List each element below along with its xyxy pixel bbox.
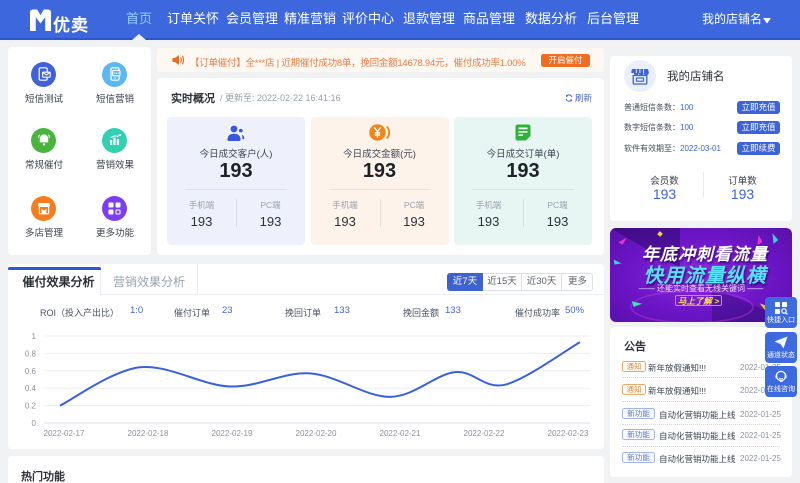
svg-text:2022-02-20: 2022-02-20 xyxy=(296,429,337,438)
svg-text:0.2: 0.2 xyxy=(25,402,37,411)
svg-text:0.6: 0.6 xyxy=(25,367,37,376)
svg-text:0.4: 0.4 xyxy=(25,384,37,393)
svg-text:2022-02-23: 2022-02-23 xyxy=(548,429,589,438)
svg-text:2022-02-21: 2022-02-21 xyxy=(380,429,421,438)
svg-text:2022-02-19: 2022-02-19 xyxy=(212,429,253,438)
svg-text:0.8: 0.8 xyxy=(25,349,37,358)
svg-text:1: 1 xyxy=(32,332,37,341)
svg-text:2022-02-22: 2022-02-22 xyxy=(464,429,505,438)
svg-text:2022-02-18: 2022-02-18 xyxy=(128,429,169,438)
svg-text:2022-02-17: 2022-02-17 xyxy=(44,429,85,438)
svg-text:0: 0 xyxy=(32,419,37,428)
